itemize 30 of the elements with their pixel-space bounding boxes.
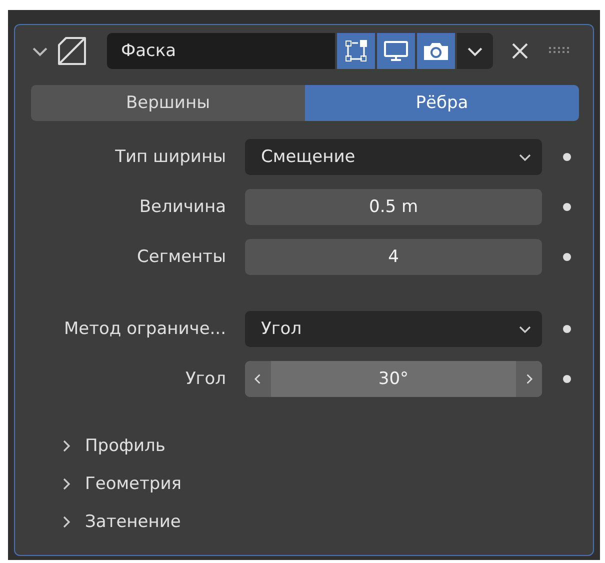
options-dropdown[interactable] [457, 33, 493, 69]
keyframe-dot[interactable] [563, 375, 571, 383]
tab[interactable]: Рёбра [305, 85, 579, 121]
visibility-toggle[interactable] [417, 33, 455, 69]
modifier-name-field[interactable]: Фаска [107, 33, 335, 69]
close-icon [511, 42, 529, 60]
field-label: Сегменты [136, 247, 226, 267]
field-value: 30° [377, 369, 410, 389]
keyframe-dot[interactable] [563, 325, 571, 333]
field-label: Угол [184, 369, 226, 389]
monitor-icon [383, 39, 409, 63]
keyframe-dot[interactable] [563, 153, 571, 161]
drag-handle-icon[interactable] [549, 47, 571, 55]
vertex-square-icon [344, 39, 368, 63]
field-label: Величина [138, 197, 226, 217]
keyframe-dot[interactable] [563, 203, 571, 211]
field-label: Метод ограниче... [62, 319, 226, 339]
dropdown-field[interactable]: Смещение [245, 139, 542, 175]
bevel-icon [57, 36, 87, 66]
dropdown-field[interactable]: Угол [245, 311, 542, 347]
number-field[interactable]: 0.5 m [245, 189, 542, 225]
tab[interactable]: Вершины [31, 85, 305, 121]
field-value: 4 [387, 247, 400, 267]
field-value: 0.5 m [368, 197, 419, 217]
field-label: Тип ширины [114, 147, 226, 167]
keyframe-dot[interactable] [563, 253, 571, 261]
visibility-toggle[interactable] [377, 33, 415, 69]
visibility-toggle[interactable] [337, 33, 375, 69]
close-button[interactable] [511, 42, 529, 60]
number-field[interactable]: 4 [245, 239, 542, 275]
